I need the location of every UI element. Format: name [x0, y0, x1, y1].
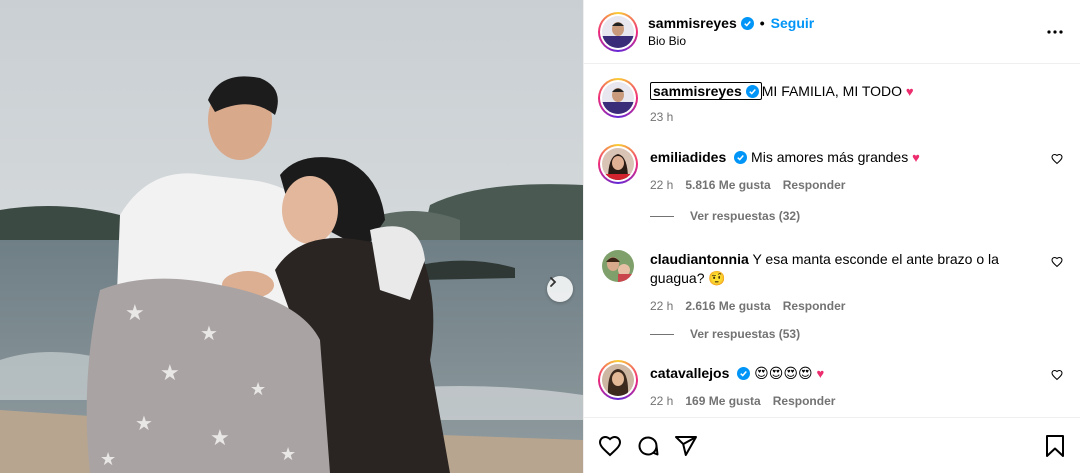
- verified-badge-icon: [737, 367, 751, 380]
- post-photo[interactable]: ★ ★ ★ ★ ★ ★ ★ ★: [0, 0, 583, 473]
- post-location[interactable]: Bio Bio: [648, 34, 814, 48]
- heart-emoji: ♥: [905, 84, 914, 99]
- replies-divider: [650, 333, 674, 335]
- view-replies-label: Ver respuestas (53): [690, 327, 801, 341]
- commenter-avatar[interactable]: [598, 360, 638, 400]
- like-comment-heart-icon[interactable]: [1051, 369, 1063, 381]
- author-avatar[interactable]: [598, 11, 638, 52]
- svg-text:★: ★: [280, 444, 296, 464]
- verified-badge-icon: [734, 151, 748, 164]
- svg-text:★: ★: [125, 300, 145, 325]
- reply-button[interactable]: Responder: [773, 392, 836, 411]
- post-actions-bar: [584, 417, 1080, 473]
- comment-text: 😍😍😍😍: [754, 365, 813, 381]
- comment-item: catavallejos 😍😍😍😍 ♥ 22 h 169 Me gusta Re…: [598, 360, 1066, 411]
- comment-text: Mis amores más grandes: [751, 149, 909, 165]
- separator-dot: •: [759, 15, 765, 31]
- comment-time[interactable]: 22 h: [650, 297, 673, 316]
- post-viewer: ★ ★ ★ ★ ★ ★ ★ ★ sammisreyes • Seguir Bio…: [0, 0, 1080, 473]
- comment-time[interactable]: 22 h: [650, 392, 673, 411]
- author-username[interactable]: sammisreyes: [648, 15, 737, 31]
- comment-likes[interactable]: 5.816 Me gusta: [685, 176, 770, 195]
- svg-text:★: ★: [210, 425, 230, 450]
- comment-username[interactable]: claudiantonnia: [650, 251, 749, 267]
- next-photo-button[interactable]: [547, 276, 573, 302]
- commenter-avatar[interactable]: [598, 246, 638, 286]
- comment-likes[interactable]: 169 Me gusta: [685, 392, 760, 411]
- reply-button[interactable]: Responder: [783, 297, 846, 316]
- commenter-avatar-image: [602, 250, 634, 282]
- bookmark-icon[interactable]: [1044, 434, 1066, 458]
- commenter-avatar-image: [602, 148, 634, 180]
- post-header: sammisreyes • Seguir Bio Bio: [584, 0, 1080, 64]
- comment-username[interactable]: emiliadides: [650, 149, 726, 165]
- comments-section: sammisreyes MI FAMILIA, MI TODO ♥ 23 h e…: [584, 64, 1080, 413]
- commenter-avatar-image: [602, 364, 634, 396]
- more-options-icon[interactable]: [1046, 24, 1064, 40]
- caption-text: MI FAMILIA, MI TODO: [761, 83, 903, 99]
- svg-text:★: ★: [250, 379, 266, 399]
- view-replies-label: Ver respuestas (32): [690, 209, 801, 223]
- commenter-avatar[interactable]: [598, 144, 638, 184]
- follow-button[interactable]: Seguir: [771, 15, 815, 31]
- like-comment-heart-icon[interactable]: [1051, 153, 1063, 165]
- replies-divider: [650, 215, 674, 217]
- verified-badge-icon: [745, 85, 759, 98]
- reply-button[interactable]: Responder: [783, 176, 846, 195]
- caption-time[interactable]: 23 h: [650, 108, 673, 127]
- comment-time[interactable]: 22 h: [650, 176, 673, 195]
- comment-item: claudiantonnia Y esa manta esconde el an…: [598, 246, 1066, 316]
- svg-text:★: ★: [160, 360, 180, 385]
- view-replies-button[interactable]: Ver respuestas (53): [650, 327, 800, 341]
- heart-emoji: ♥: [912, 150, 920, 165]
- comment-icon[interactable]: [636, 434, 660, 458]
- svg-text:★: ★: [100, 449, 116, 469]
- author-avatar-image: [602, 15, 634, 48]
- heart-icon[interactable]: [598, 434, 622, 458]
- svg-text:★: ★: [200, 323, 218, 345]
- chevron-right-icon: [550, 277, 557, 287]
- comment-username[interactable]: catavallejos: [650, 365, 729, 381]
- share-icon[interactable]: [674, 434, 698, 458]
- comment-likes[interactable]: 2.616 Me gusta: [685, 297, 770, 316]
- caption-avatar[interactable]: [598, 78, 638, 118]
- like-comment-heart-icon[interactable]: [1051, 256, 1063, 268]
- caption-row: sammisreyes MI FAMILIA, MI TODO ♥ 23 h: [598, 78, 1066, 127]
- comment-item: emiliadides Mis amores más grandes ♥ 22 …: [598, 144, 1066, 195]
- heart-emoji: ♥: [816, 366, 825, 381]
- svg-text:★: ★: [135, 413, 153, 435]
- view-replies-button[interactable]: Ver respuestas (32): [650, 209, 800, 223]
- photo-illustration: ★ ★ ★ ★ ★ ★ ★ ★: [0, 0, 583, 473]
- caption-username-box: sammisreyes: [650, 82, 762, 100]
- caption-avatar-image: [602, 82, 634, 114]
- verified-badge-icon: [740, 16, 754, 30]
- caption-username[interactable]: sammisreyes: [653, 83, 742, 99]
- post-side-panel: sammisreyes • Seguir Bio Bio sammisreyes…: [583, 0, 1080, 473]
